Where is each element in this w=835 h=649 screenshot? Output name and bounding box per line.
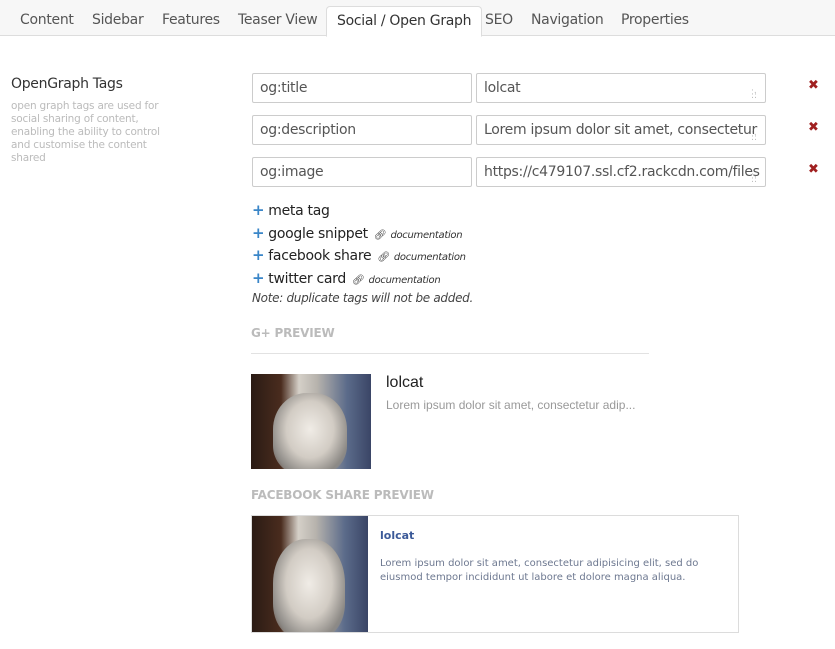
link-icon: 🔗︎: [377, 252, 390, 263]
cat-image-shape: [272, 539, 345, 632]
plus-icon: +: [252, 268, 265, 287]
add-meta-tag[interactable]: + meta tag: [252, 200, 473, 223]
add-label[interactable]: google snippet: [268, 226, 368, 242]
facebook-preview-image: [252, 516, 368, 632]
tab-content[interactable]: Content: [10, 6, 84, 36]
tag-value-input[interactable]: https://c479107.ssl.cf2.rackcdn.com/file…: [476, 157, 766, 187]
facebook-preview-heading: FACEBOOK SHARE PREVIEW: [251, 488, 434, 502]
link-icon: 🔗︎: [374, 229, 387, 241]
tag-value-text: Lorem ipsum dolor sit amet, consectetur: [484, 122, 758, 138]
facebook-preview-description: Lorem ipsum dolor sit amet, consectetur …: [380, 558, 699, 583]
documentation-link[interactable]: documentation: [390, 230, 462, 241]
add-tag-actions: + meta tag + google snippet 🔗︎ documentatio…: [252, 200, 473, 305]
tab-navigation[interactable]: Navigation: [521, 6, 614, 36]
tag-key-input[interactable]: og:image: [252, 157, 472, 187]
add-facebook-share[interactable]: + facebook share 🔗︎ documentation: [252, 245, 473, 268]
facebook-preview-title: lolcat: [380, 529, 415, 542]
tag-value-text: lolcat: [484, 80, 521, 96]
tag-value-text: https://c479107.ssl.cf2.rackcdn.com/file…: [484, 164, 760, 180]
add-label[interactable]: twitter card: [268, 271, 346, 287]
gplus-preview-image: [251, 374, 371, 469]
facebook-preview-card: lolcat Lorem ipsum dolor sit amet, conse…: [251, 515, 739, 633]
resize-grip-icon[interactable]: ·.::: [751, 129, 761, 143]
tab-seo[interactable]: SEO: [475, 6, 523, 36]
tag-value-input[interactable]: Lorem ipsum dolor sit amet, consectetur ·…: [476, 115, 766, 145]
add-twitter-card[interactable]: + twitter card 🔗︎ documentation: [252, 268, 473, 291]
plus-icon: +: [252, 201, 265, 219]
add-google-snippet[interactable]: + google snippet 🔗︎ documentation: [252, 223, 473, 246]
gplus-preview-heading: G+ PREVIEW: [251, 326, 335, 340]
tab-teaser-view[interactable]: Teaser View: [228, 6, 327, 36]
tab-sidebar[interactable]: Sidebar: [82, 6, 153, 36]
cat-image-shape: [272, 393, 347, 469]
add-label[interactable]: facebook share: [268, 248, 371, 264]
plus-icon: +: [252, 246, 265, 264]
divider: [251, 353, 649, 354]
tag-key-input[interactable]: og:title: [252, 73, 472, 103]
tab-properties[interactable]: Properties: [611, 6, 699, 36]
remove-icon[interactable]: ✖: [808, 120, 819, 135]
resize-grip-icon[interactable]: ·.::: [751, 171, 761, 185]
gplus-preview-description: Lorem ipsum dolor sit amet, consectetur …: [386, 398, 636, 412]
remove-icon[interactable]: ✖: [808, 162, 819, 177]
documentation-link[interactable]: documentation: [394, 252, 466, 263]
section-description: open graph tags are used for social shar…: [11, 100, 160, 164]
tab-features[interactable]: Features: [152, 6, 230, 36]
tab-bar: Content Sidebar Features Teaser View Soc…: [0, 0, 835, 37]
plus-icon: +: [252, 223, 265, 242]
resize-grip-icon[interactable]: ·.::: [751, 87, 761, 101]
gplus-preview-title: lolcat: [386, 374, 424, 391]
remove-icon[interactable]: ✖: [808, 78, 819, 93]
add-label[interactable]: meta tag: [268, 203, 330, 219]
tag-key-input[interactable]: og:description: [252, 115, 472, 145]
tag-value-input[interactable]: lolcat ·.::: [476, 73, 766, 103]
documentation-link[interactable]: documentation: [369, 275, 441, 286]
link-icon: 🔗︎: [352, 274, 365, 286]
tab-social-open-graph[interactable]: Social / Open Graph: [326, 6, 483, 37]
duplicate-note: Note: duplicate tags will not be added.: [252, 291, 473, 305]
section-title: OpenGraph Tags: [11, 76, 123, 92]
